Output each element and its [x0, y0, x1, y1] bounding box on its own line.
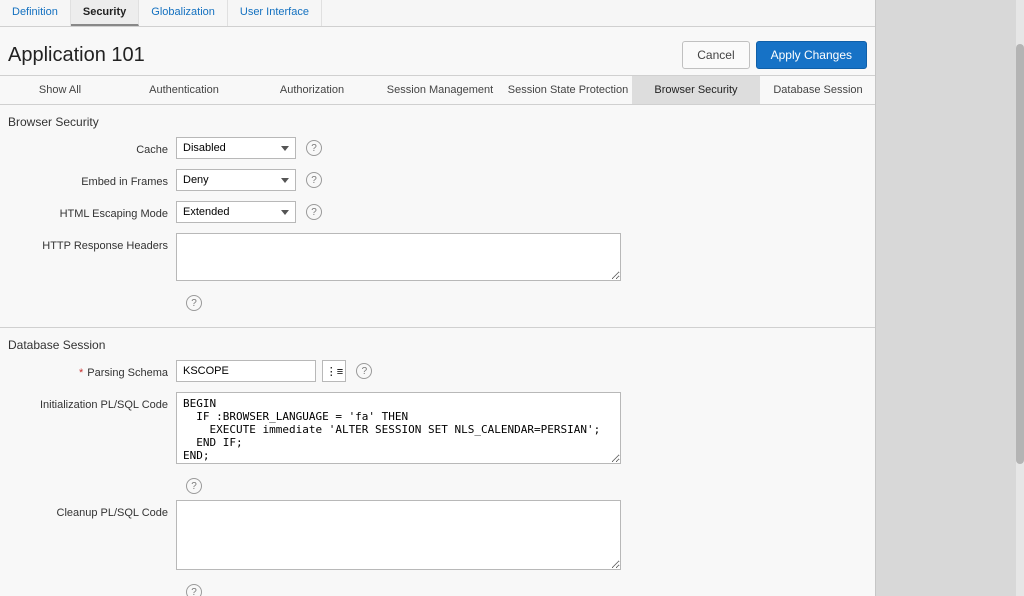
- inactive-area: [876, 0, 1024, 596]
- section-title-browser-security: Browser Security: [0, 105, 875, 137]
- top-tabs: Definition Security Globalization User I…: [0, 0, 875, 27]
- browser-security-section: Browser Security Cache Disabled ? Embed …: [0, 105, 875, 328]
- scrollbar-thumb[interactable]: [1016, 44, 1024, 464]
- label-html-escaping-mode: HTML Escaping Mode: [0, 201, 176, 227]
- help-icon[interactable]: ?: [306, 140, 322, 156]
- cleanup-plsql-textarea[interactable]: [176, 500, 621, 570]
- html-escaping-mode-select[interactable]: Extended: [176, 201, 296, 223]
- label-initialization-plsql: Initialization PL/SQL Code: [0, 392, 176, 418]
- help-icon[interactable]: ?: [306, 204, 322, 220]
- cache-select[interactable]: Disabled: [176, 137, 296, 159]
- database-session-section: Database Session Parsing Schema ⋮≡ ? Ini…: [0, 328, 875, 596]
- section-title-database-session: Database Session: [0, 328, 875, 360]
- http-response-headers-textarea[interactable]: [176, 233, 621, 281]
- inner-tab-browser-security[interactable]: Browser Security: [632, 76, 760, 104]
- inner-tab-authorization[interactable]: Authorization: [248, 76, 376, 104]
- top-tab-globalization[interactable]: Globalization: [139, 0, 228, 26]
- label-http-response-headers: HTTP Response Headers: [0, 233, 176, 259]
- embed-in-frames-select[interactable]: Deny: [176, 169, 296, 191]
- inner-tab-session-state-protection[interactable]: Session State Protection: [504, 76, 632, 104]
- top-tab-security[interactable]: Security: [71, 0, 139, 26]
- inner-tab-authentication[interactable]: Authentication: [120, 76, 248, 104]
- help-icon[interactable]: ?: [186, 478, 202, 494]
- parsing-schema-input[interactable]: [176, 360, 316, 382]
- top-tab-definition[interactable]: Definition: [0, 0, 71, 26]
- inner-tab-database-session[interactable]: Database Session: [760, 76, 876, 104]
- page-title: Application 101: [8, 44, 682, 67]
- app-container: Definition Security Globalization User I…: [0, 0, 876, 596]
- initialization-plsql-textarea[interactable]: [176, 392, 621, 464]
- help-icon[interactable]: ?: [186, 295, 202, 311]
- cancel-button[interactable]: Cancel: [682, 41, 749, 69]
- vertical-scrollbar[interactable]: [1016, 0, 1024, 596]
- label-embed-in-frames: Embed in Frames: [0, 169, 176, 195]
- help-icon[interactable]: ?: [306, 172, 322, 188]
- top-tab-user-interface[interactable]: User Interface: [228, 0, 322, 26]
- inner-tab-show-all[interactable]: Show All: [0, 76, 120, 104]
- help-icon[interactable]: ?: [356, 363, 372, 379]
- inner-tab-session-management[interactable]: Session Management: [376, 76, 504, 104]
- page-header: Application 101 Cancel Apply Changes: [0, 27, 875, 75]
- label-parsing-schema: Parsing Schema: [0, 360, 176, 386]
- parsing-schema-lov-button[interactable]: ⋮≡: [322, 360, 346, 382]
- label-cache: Cache: [0, 137, 176, 163]
- label-cleanup-plsql: Cleanup PL/SQL Code: [0, 500, 176, 526]
- help-icon[interactable]: ?: [186, 584, 202, 596]
- inner-tabs: Show AllAuthenticationAuthorizationSessi…: [0, 75, 875, 105]
- apply-changes-button[interactable]: Apply Changes: [756, 41, 867, 69]
